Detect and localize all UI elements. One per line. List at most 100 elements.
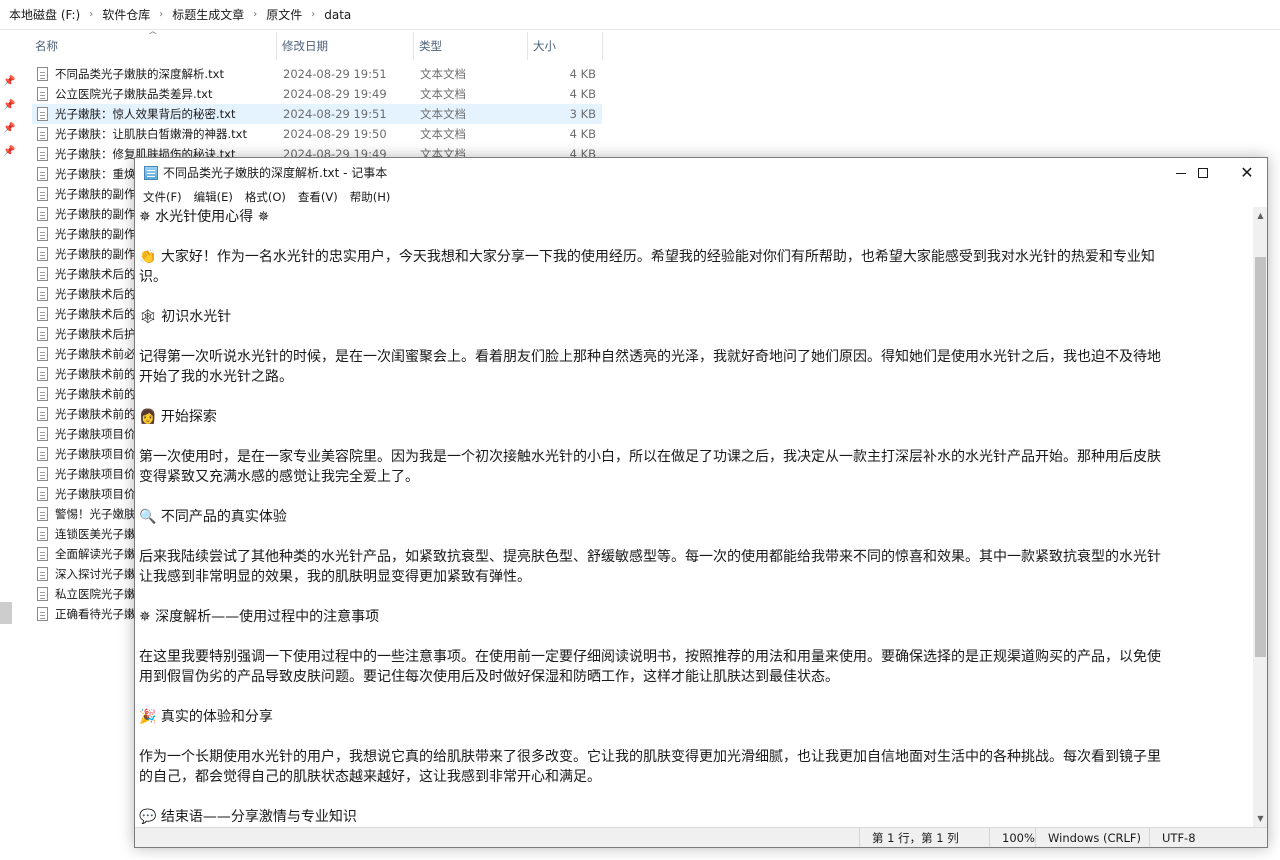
text-line: 识。 <box>139 269 167 285</box>
text-line: 变得紧致又充满水感的感觉让我完全爱上了。 <box>139 469 419 485</box>
file-row[interactable]: 公立医院光子嫩肤品类差异.txt 2024-08-29 19:49 文本文档 4 KB <box>32 84 602 104</box>
navigation-scrollbar-thumb[interactable] <box>0 602 12 624</box>
encoding: UTF-8 <box>1149 828 1267 847</box>
column-header-bar: 名称 修改日期 类型 大小 <box>30 32 610 60</box>
file-date: 2024-08-29 19:49 <box>283 87 387 101</box>
cursor-position: 第 1 行，第 1 列 <box>859 828 989 847</box>
text-line: 🎉 真实的体验和分享 <box>139 709 273 725</box>
text-line: ✵ 水光针使用心得 ✵ <box>139 209 270 225</box>
text-file-icon <box>37 447 48 461</box>
breadcrumb-separator-icon[interactable]: › <box>153 9 169 20</box>
text-file-icon <box>37 127 48 141</box>
menu-help[interactable]: 帮助(H) <box>344 188 397 207</box>
pin-icon[interactable]: 📌 <box>3 123 15 135</box>
breadcrumb[interactable]: 本地磁盘 (F:) › 软件仓库 › 标题生成文章 › 原文件 › data <box>0 0 1280 30</box>
text-line <box>139 227 1253 247</box>
text-line: 记得第一次听说水光针的时候，是在一次闺蜜聚会上。看着朋友们脸上那种自然透亮的光泽… <box>139 349 1161 365</box>
text-file-icon <box>37 327 48 341</box>
text-file-icon <box>37 607 48 621</box>
text-line: 👏 大家好！作为一名水光针的忠实用户，今天我想和大家分享一下我的使用经历。希望我… <box>139 249 1155 265</box>
breadcrumb-item[interactable]: 标题生成文章 <box>169 6 247 23</box>
text-file-icon <box>37 307 48 321</box>
pin-icon[interactable]: 📌 <box>3 76 15 88</box>
text-file-icon <box>37 507 48 521</box>
maximize-button[interactable] <box>1181 158 1225 188</box>
scroll-up-icon[interactable]: ▲ <box>1253 207 1267 224</box>
file-name: 不同品类光子嫩肤的深度解析.txt <box>55 67 224 81</box>
text-file-icon <box>37 287 48 301</box>
text-file-icon <box>37 247 48 261</box>
text-file-icon <box>37 187 48 201</box>
file-date: 2024-08-29 19:51 <box>283 67 387 81</box>
breadcrumb-item[interactable]: data <box>321 8 354 22</box>
file-size: 4 KB <box>569 67 596 81</box>
window-title: 不同品类光子嫩肤的深度解析.txt - 记事本 <box>163 166 388 180</box>
title-bar[interactable]: 不同品类光子嫩肤的深度解析.txt - 记事本 ✕ <box>135 158 1267 188</box>
maximize-icon <box>1198 168 1208 178</box>
text-line: 👩 开始探索 <box>139 409 217 425</box>
column-header-date[interactable]: 修改日期 <box>277 32 414 60</box>
text-file-icon <box>37 427 48 441</box>
text-line <box>139 327 1253 347</box>
text-line: 💬 结束语——分享激情与专业知识 <box>139 809 357 825</box>
file-name: 公立医院光子嫩肤品类差异.txt <box>55 87 213 101</box>
menu-file[interactable]: 文件(F) <box>137 188 188 207</box>
text-line: 第一次使用时，是在一家专业美容院里。因为我是一个初次接触水光针的小白，所以在做足… <box>139 449 1161 465</box>
column-header-size[interactable]: 大小 <box>528 32 603 60</box>
text-line: 🕸 初识水光针 <box>139 309 232 325</box>
text-file-icon <box>37 387 48 401</box>
line-ending: Windows (CRLF) <box>1035 828 1149 847</box>
file-date: 2024-08-29 19:51 <box>283 107 387 121</box>
text-file-icon <box>37 527 48 541</box>
breadcrumb-item[interactable]: 原文件 <box>263 6 305 23</box>
text-line: 开始了我的水光针之路。 <box>139 369 293 385</box>
notepad-app-icon[interactable] <box>144 166 158 180</box>
file-type: 文本文档 <box>420 107 466 121</box>
close-button[interactable]: ✕ <box>1225 158 1267 188</box>
text-file-icon <box>37 487 48 501</box>
breadcrumb-separator-icon[interactable]: › <box>83 9 99 20</box>
breadcrumb-item[interactable]: 本地磁盘 (F:) <box>6 6 83 23</box>
text-editor-area[interactable]: ✵ 水光针使用心得 ✵ 👏 大家好！作为一名水光针的忠实用户，今天我想和大家分享一… <box>135 207 1253 827</box>
text-file-icon <box>37 67 48 81</box>
text-line <box>139 487 1253 507</box>
status-bar: 第 1 行，第 1 列 100% Windows (CRLF) UTF-8 <box>135 827 1267 847</box>
text-line <box>139 527 1253 547</box>
text-line: 让我感到非常明显的效果，我的肌肤明显变得更加紧致有弹性。 <box>139 569 531 585</box>
text-line <box>139 287 1253 307</box>
text-line: 的自己，都会觉得自己的肌肤状态越来越好，这让我感到非常开心和满足。 <box>139 769 601 785</box>
breadcrumb-item[interactable]: 软件仓库 <box>99 6 153 23</box>
text-file-icon <box>37 107 48 121</box>
file-type: 文本文档 <box>420 87 466 101</box>
file-name: 光子嫩肤：惊人效果背后的秘密.txt <box>55 107 236 121</box>
zoom-level: 100% <box>989 828 1039 847</box>
text-file-icon <box>37 87 48 101</box>
text-file-icon <box>37 567 48 581</box>
file-row[interactable]: 光子嫩肤：让肌肤白皙嫩滑的神器.txt 2024-08-29 19:50 文本文档 4… <box>32 124 602 144</box>
text-file-icon <box>37 547 48 561</box>
scroll-down-icon[interactable]: ▼ <box>1253 810 1267 827</box>
text-line <box>139 727 1253 747</box>
menu-format[interactable]: 格式(O) <box>239 188 292 207</box>
menu-bar: 文件(F) 编辑(E) 格式(O) 查看(V) 帮助(H) <box>135 188 1267 207</box>
menu-edit[interactable]: 编辑(E) <box>188 188 239 207</box>
pin-icon[interactable]: 📌 <box>3 146 15 158</box>
text-line: 后来我陆续尝试了其他种类的水光针产品，如紧致抗衰型、提亮肤色型、舒缓敏感型等。每… <box>139 549 1161 565</box>
column-header-type[interactable]: 类型 <box>414 32 528 60</box>
breadcrumb-separator-icon[interactable]: › <box>247 9 263 20</box>
text-line: 作为一个长期使用水光针的用户，我想说它真的给肌肤带来了很多改变。它让我的肌肤变得… <box>139 749 1161 765</box>
file-row[interactable]: 不同品类光子嫩肤的深度解析.txt 2024-08-29 19:51 文本文档 4 K… <box>32 64 602 84</box>
breadcrumb-separator-icon[interactable]: › <box>305 9 321 20</box>
vertical-scrollbar[interactable]: ▲ ▼ <box>1253 207 1267 827</box>
pin-icon[interactable]: 📌 <box>3 100 15 112</box>
text-line <box>139 387 1253 407</box>
file-type: 文本文档 <box>420 127 466 141</box>
file-size: 4 KB <box>569 127 596 141</box>
scrollbar-thumb[interactable] <box>1255 257 1266 657</box>
text-file-icon <box>37 207 48 221</box>
text-line <box>139 627 1253 647</box>
menu-view[interactable]: 查看(V) <box>292 188 344 207</box>
file-row[interactable]: 光子嫩肤：惊人效果背后的秘密.txt 2024-08-29 19:51 文本文档 3 … <box>32 104 602 124</box>
text-line <box>139 427 1253 447</box>
text-file-icon <box>37 267 48 281</box>
